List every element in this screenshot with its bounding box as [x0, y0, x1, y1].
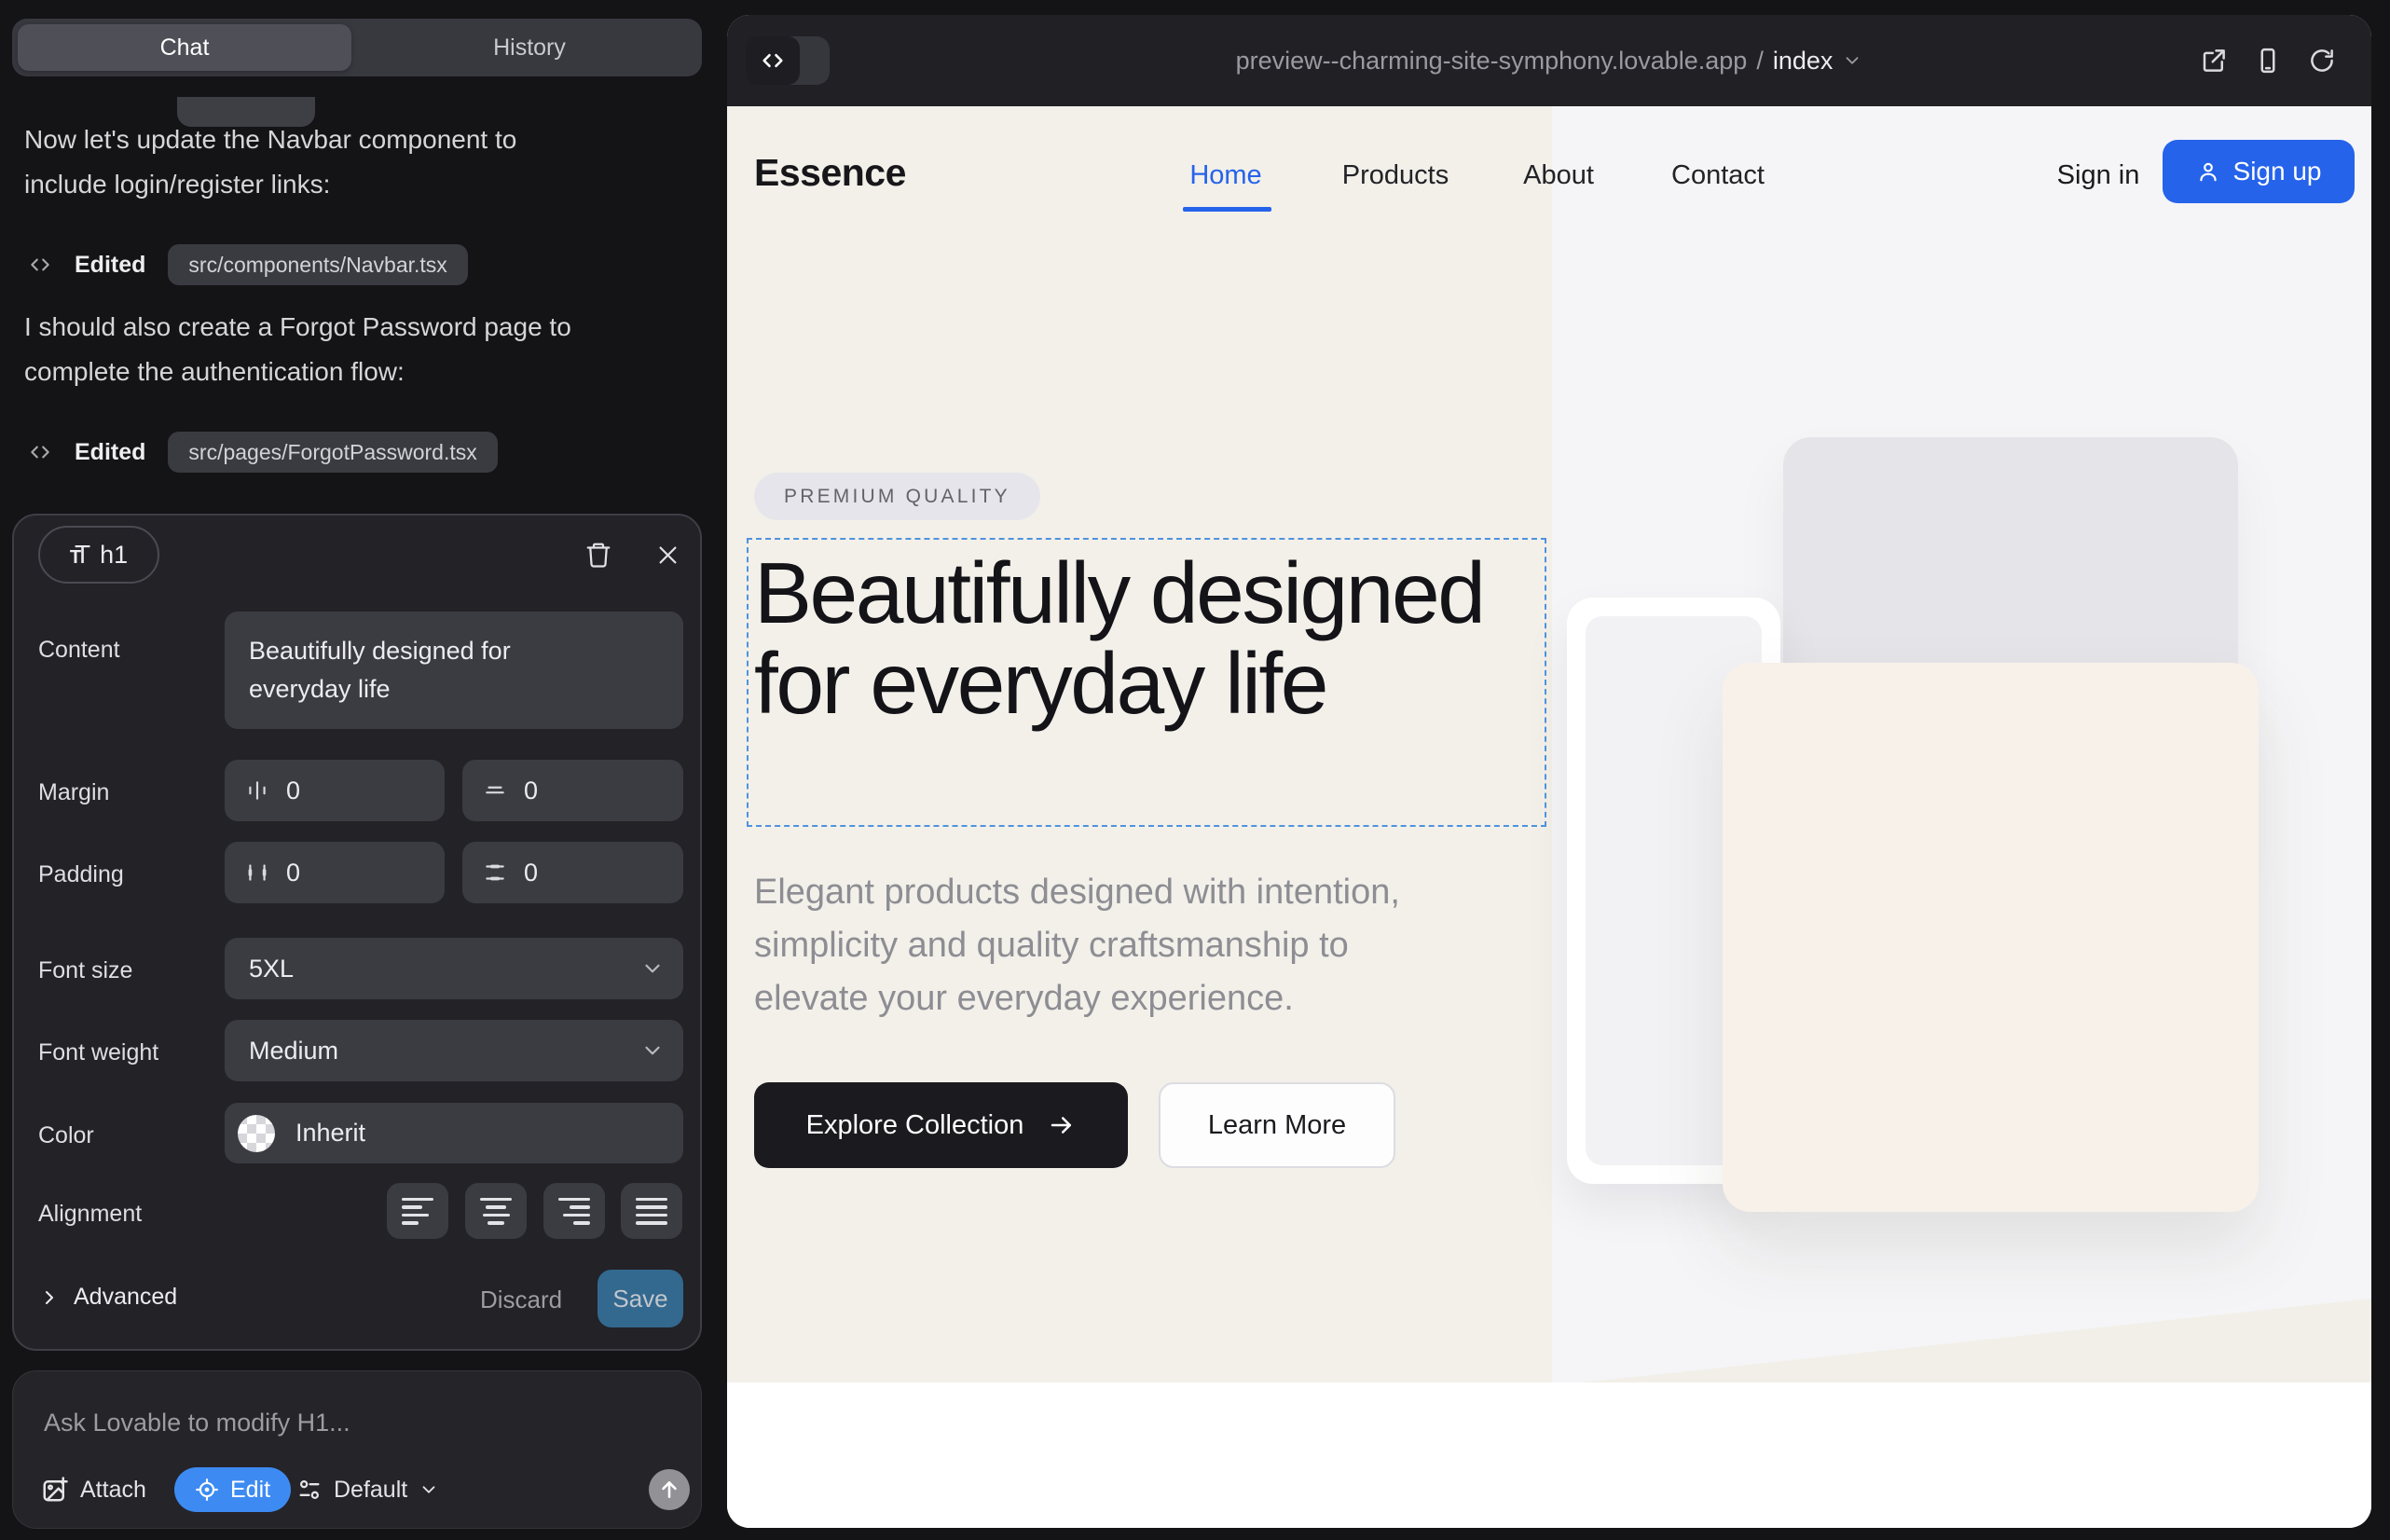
chevron-right-icon	[38, 1286, 61, 1309]
preview-topbar: preview--charming-site-symphony.lovable.…	[727, 15, 2371, 106]
element-editor-panel: TT h1 Content Beautifully designed for e…	[12, 514, 702, 1351]
chat-composer: Ask Lovable to modify H1... Attach Edit …	[12, 1370, 702, 1529]
url-host: preview--charming-site-symphony.lovable.…	[1236, 47, 1748, 76]
code-icon	[28, 253, 52, 277]
content-label: Content	[38, 637, 120, 664]
horizontal-padding-icon	[245, 860, 269, 885]
padding-label: Padding	[38, 861, 124, 888]
nav-link-home[interactable]: Home	[1189, 160, 1261, 191]
font-size-select[interactable]: 5XL	[225, 938, 683, 999]
hero-headline[interactable]: Beautifully designed for everyday life	[754, 548, 1509, 729]
refresh-icon[interactable]	[2308, 47, 2336, 75]
nav-link-contact[interactable]: Contact	[1671, 160, 1765, 191]
assistant-message: I should also create a Forgot Password p…	[24, 305, 621, 394]
selected-element-chip[interactable]: TT h1	[38, 526, 159, 584]
arrow-up-icon	[657, 1478, 681, 1502]
edited-label: Edited	[75, 252, 145, 279]
vertical-padding-icon	[483, 860, 507, 885]
align-justify-button[interactable]	[621, 1183, 682, 1239]
quality-badge: PREMIUM QUALITY	[754, 473, 1040, 520]
hero-diagonal-shape	[1583, 1299, 2371, 1382]
edit-mode-button[interactable]: Edit	[174, 1467, 291, 1512]
discard-button[interactable]: Discard	[480, 1286, 562, 1314]
open-external-icon[interactable]	[2200, 47, 2228, 75]
tab-chat[interactable]: Chat	[18, 24, 351, 71]
nav-link-products[interactable]: Products	[1342, 160, 1449, 191]
content-input[interactable]: Beautifully designed for everyday life	[225, 612, 683, 729]
align-center-button[interactable]	[465, 1183, 527, 1239]
crosshair-icon	[195, 1478, 219, 1502]
horizontal-margin-icon	[245, 778, 269, 803]
site-logo[interactable]: Essence	[754, 151, 906, 195]
chevron-down-icon	[1842, 50, 1862, 71]
margin-y-input[interactable]: 0	[462, 760, 683, 821]
preview-pane: preview--charming-site-symphony.lovable.…	[727, 15, 2371, 1528]
tab-history[interactable]: History	[363, 24, 696, 71]
chat-history-tabbar: Chat History	[12, 19, 702, 76]
hero-section: Essence Home Products About Contact Sign…	[727, 106, 2371, 1382]
url-page: index	[1773, 47, 1834, 76]
site-canvas: Essence Home Products About Contact Sign…	[727, 106, 2371, 1528]
font-size-label: Font size	[38, 957, 132, 984]
close-panel-icon[interactable]	[655, 543, 680, 568]
type-icon: TT	[70, 540, 90, 570]
active-nav-underline	[1183, 207, 1271, 212]
attach-button[interactable]: Attach	[41, 1467, 146, 1512]
explore-collection-button[interactable]: Explore Collection	[754, 1082, 1128, 1168]
send-button[interactable]	[649, 1469, 690, 1510]
padding-x-input[interactable]: 0	[225, 842, 445, 903]
chevron-down-icon	[419, 1479, 439, 1500]
sign-in-link[interactable]: Sign in	[2057, 160, 2140, 191]
model-default-selector[interactable]: Default	[296, 1467, 439, 1512]
image-plus-icon	[41, 1476, 69, 1504]
sliders-icon	[296, 1477, 323, 1503]
vertical-margin-icon	[483, 778, 507, 803]
align-left-button[interactable]	[387, 1183, 448, 1239]
align-right-button[interactable]	[543, 1183, 605, 1239]
padding-y-input[interactable]: 0	[462, 842, 683, 903]
save-button[interactable]: Save	[598, 1270, 683, 1327]
sign-up-button[interactable]: Sign up	[2163, 140, 2355, 203]
font-weight-label: Font weight	[38, 1039, 158, 1066]
mobile-view-icon[interactable]	[2254, 47, 2282, 75]
file-badge[interactable]: src/pages/ForgotPassword.tsx	[168, 432, 497, 473]
topbar-actions	[2200, 47, 2336, 75]
color-select[interactable]: Inherit	[225, 1103, 683, 1163]
preview-url-bar[interactable]: preview--charming-site-symphony.lovable.…	[727, 15, 2371, 106]
alignment-label: Alignment	[38, 1201, 142, 1228]
edited-file-row: Edited src/pages/ForgotPassword.tsx	[24, 432, 498, 473]
chevron-down-icon	[640, 1038, 665, 1063]
chevron-down-icon	[640, 956, 665, 981]
chat-input[interactable]: Ask Lovable to modify H1...	[44, 1409, 350, 1437]
decor-card-peach	[1723, 663, 2259, 1212]
learn-more-button[interactable]: Learn More	[1159, 1082, 1395, 1168]
assistant-message: Now let's update the Navbar component to…	[24, 117, 621, 207]
edited-file-row: Edited src/components/Navbar.tsx	[24, 244, 468, 285]
delete-element-button[interactable]	[584, 540, 612, 570]
chat-sidebar: Chat History Now let's update the Navbar…	[0, 0, 706, 1540]
margin-label: Margin	[38, 779, 109, 806]
code-icon	[28, 440, 52, 464]
font-weight-select[interactable]: Medium	[225, 1020, 683, 1081]
color-swatch	[238, 1115, 275, 1152]
margin-x-input[interactable]: 0	[225, 760, 445, 821]
file-badge[interactable]: src/components/Navbar.tsx	[168, 244, 467, 285]
nav-link-about[interactable]: About	[1523, 160, 1594, 191]
arrow-right-icon	[1048, 1111, 1076, 1139]
advanced-expander[interactable]: Advanced	[38, 1284, 177, 1311]
url-separator: /	[1756, 47, 1764, 76]
element-tag-label: h1	[100, 541, 128, 570]
color-label: Color	[38, 1122, 94, 1149]
hero-subtitle: Elegant products designed with intention…	[754, 866, 1463, 1025]
user-icon	[2196, 159, 2220, 184]
edited-label: Edited	[75, 439, 145, 466]
